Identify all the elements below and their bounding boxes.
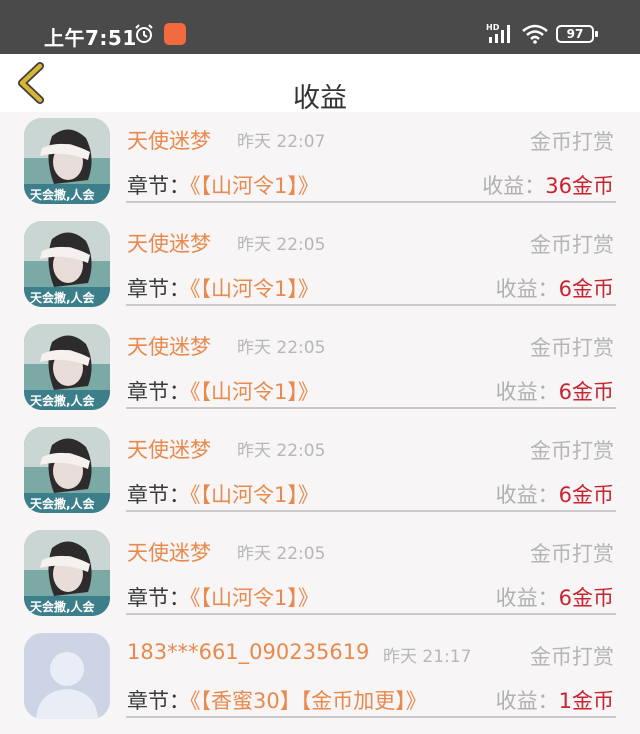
- income-amount: 36金币: [545, 174, 614, 198]
- chapter-prefix: 章节：: [127, 277, 190, 301]
- income-amount: 6金币: [558, 277, 614, 301]
- avatar[interactable]: 天会撒,人会: [24, 427, 110, 513]
- list-item[interactable]: 天会撒,人会 天使迷梦 昨天 22:07 金币打赏 章节：《【山河令1】》 收益…: [0, 112, 640, 215]
- divider: [126, 613, 616, 615]
- income-label: 收益：: [495, 277, 559, 301]
- income-amount: 6金币: [558, 586, 614, 610]
- user-name: 天使迷梦: [127, 335, 211, 359]
- chapter-title[interactable]: 《【山河令1】》: [190, 586, 319, 610]
- status-bar: 上午7:51 HD 97: [0, 0, 640, 54]
- income-label: 收益：: [495, 483, 559, 507]
- page-title: 收益: [293, 83, 347, 114]
- nav-bar: 收益: [0, 54, 640, 114]
- svg-text:天会撒,人会: 天会撒,人会: [30, 290, 96, 305]
- avatar[interactable]: 天会撒,人会: [24, 324, 110, 410]
- battery-indicator: 97: [556, 25, 598, 43]
- wifi-icon: [522, 24, 548, 44]
- chapter-prefix: 章节：: [127, 483, 190, 507]
- income-info: 收益：6金币: [496, 376, 614, 406]
- timestamp: 昨天 22:07: [237, 132, 326, 152]
- income-amount: 6金币: [558, 380, 614, 404]
- income-label: 收益：: [495, 689, 559, 713]
- income-label: 收益：: [495, 586, 559, 610]
- chapter-title[interactable]: 《【山河令1】》: [190, 380, 319, 404]
- cellular-signal-icon: HD: [486, 23, 510, 43]
- income-label: 收益：: [482, 174, 546, 198]
- list-item[interactable]: 天会撒,人会 天使迷梦 昨天 22:05 金币打赏 章节：《【山河令1】》 收益…: [0, 318, 640, 421]
- income-amount: 1金币: [558, 689, 614, 713]
- income-label: 收益：: [495, 380, 559, 404]
- avatar[interactable]: [24, 633, 110, 719]
- divider: [126, 304, 616, 306]
- chapter-info: 章节：《【山河令1】》: [127, 479, 319, 509]
- app-notification-icon: [164, 23, 186, 45]
- timestamp: 昨天 22:05: [237, 544, 326, 564]
- reward-type: 金币打赏: [530, 645, 614, 669]
- timestamp: 昨天 22:05: [237, 235, 326, 255]
- divider: [126, 716, 616, 718]
- reward-type: 金币打赏: [530, 542, 614, 566]
- user-name: 天使迷梦: [127, 438, 211, 462]
- income-info: 收益：6金币: [496, 479, 614, 509]
- reward-type: 金币打赏: [530, 130, 614, 154]
- chapter-info: 章节：《【香蜜30】【金币加更】》: [127, 685, 427, 715]
- user-name: 天使迷梦: [127, 129, 211, 153]
- svg-text:天会撒,人会: 天会撒,人会: [30, 393, 96, 408]
- chapter-prefix: 章节：: [127, 380, 190, 404]
- income-amount: 6金币: [558, 483, 614, 507]
- timestamp: 昨天 21:17: [383, 647, 472, 667]
- chapter-info: 章节：《【山河令1】》: [127, 582, 319, 612]
- default-avatar-icon: [24, 633, 110, 719]
- income-info: 收益：36金币: [482, 170, 614, 200]
- status-time: 上午7:51: [44, 26, 137, 50]
- income-info: 收益：1金币: [496, 685, 614, 715]
- chapter-title[interactable]: 《【山河令1】》: [190, 174, 319, 198]
- reward-type: 金币打赏: [530, 439, 614, 463]
- reward-type: 金币打赏: [530, 233, 614, 257]
- chapter-prefix: 章节：: [127, 586, 190, 610]
- income-info: 收益：6金币: [496, 582, 614, 612]
- list-item[interactable]: 天会撒,人会 天使迷梦 昨天 22:05 金币打赏 章节：《【山河令1】》 收益…: [0, 421, 640, 524]
- alarm-clock-icon: [135, 24, 153, 43]
- income-info: 收益：6金币: [496, 273, 614, 303]
- avatar[interactable]: 天会撒,人会: [24, 118, 110, 204]
- avatar[interactable]: 天会撒,人会: [24, 221, 110, 307]
- timestamp: 昨天 22:05: [237, 338, 326, 358]
- list-item[interactable]: 天会撒,人会 天使迷梦 昨天 22:05 金币打赏 章节：《【山河令1】》 收益…: [0, 215, 640, 318]
- divider: [126, 201, 616, 203]
- user-name: 183***661_090235619: [127, 640, 370, 664]
- svg-text:天会撒,人会: 天会撒,人会: [30, 599, 96, 614]
- chapter-title[interactable]: 《【山河令1】》: [190, 483, 319, 507]
- list-item[interactable]: 183***661_090235619 昨天 21:17 金币打赏 章节：《【香…: [0, 627, 640, 730]
- earnings-list: 天会撒,人会 天使迷梦 昨天 22:07 金币打赏 章节：《【山河令1】》 收益…: [0, 112, 640, 730]
- chapter-title[interactable]: 《【香蜜30】【金币加更】》: [190, 689, 427, 713]
- chapter-prefix: 章节：: [127, 689, 190, 713]
- chapter-info: 章节：《【山河令1】》: [127, 170, 319, 200]
- list-item[interactable]: 天会撒,人会 天使迷梦 昨天 22:05 金币打赏 章节：《【山河令1】》 收益…: [0, 524, 640, 627]
- svg-text:天会撒,人会: 天会撒,人会: [30, 187, 96, 202]
- divider: [126, 407, 616, 409]
- avatar[interactable]: 天会撒,人会: [24, 530, 110, 616]
- chapter-prefix: 章节：: [127, 174, 190, 198]
- svg-text:天会撒,人会: 天会撒,人会: [30, 496, 96, 511]
- chapter-info: 章节：《【山河令1】》: [127, 273, 319, 303]
- divider: [126, 510, 616, 512]
- user-name: 天使迷梦: [127, 232, 211, 256]
- timestamp: 昨天 22:05: [237, 441, 326, 461]
- user-name: 天使迷梦: [127, 541, 211, 565]
- reward-type: 金币打赏: [530, 336, 614, 360]
- hd-badge: HD: [486, 23, 500, 32]
- chapter-info: 章节：《【山河令1】》: [127, 376, 319, 406]
- chapter-title[interactable]: 《【山河令1】》: [190, 277, 319, 301]
